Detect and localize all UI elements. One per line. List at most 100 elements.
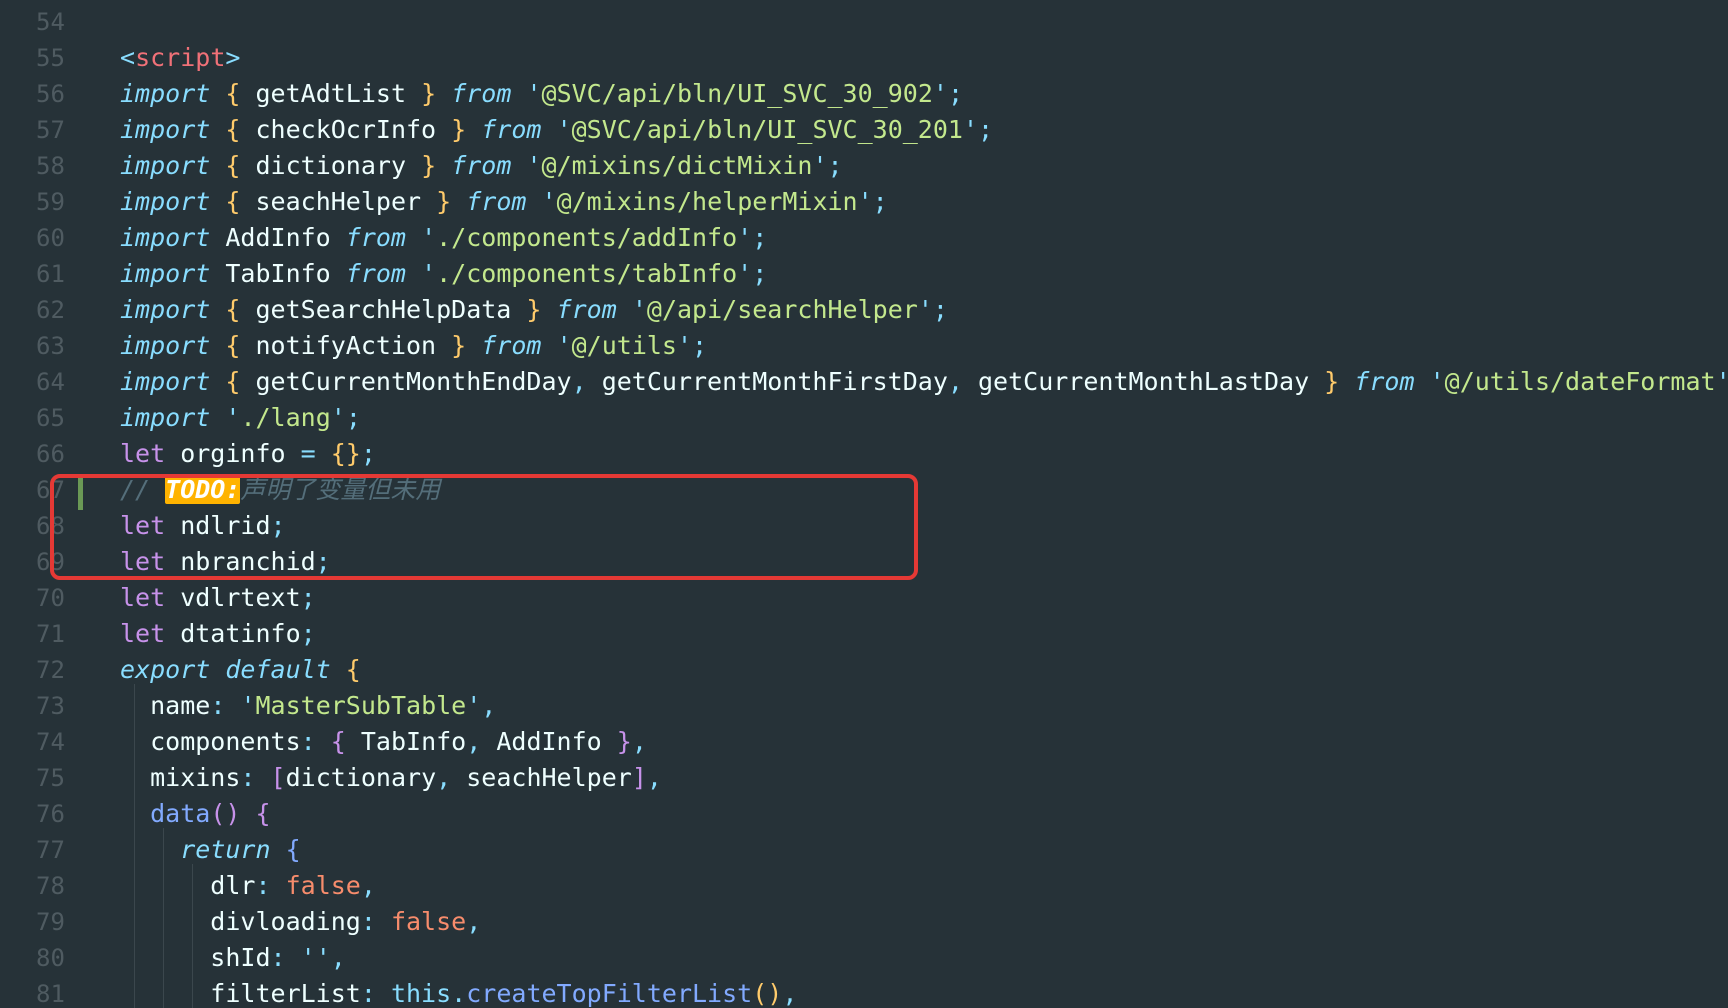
line-number: 80: [36, 944, 65, 972]
code-token: ': [737, 223, 753, 252]
code-token: ;: [300, 583, 316, 612]
code-token: {: [345, 655, 361, 684]
code-line[interactable]: 72 export default {: [0, 652, 1728, 688]
code-line[interactable]: 65 import './lang';: [0, 400, 1728, 436]
code-editor[interactable]: 54 55 <script> 56 import { getAdtList } from…: [0, 0, 1728, 1008]
code-line[interactable]: 80 shId: '',: [0, 940, 1728, 976]
code-line[interactable]: 54: [0, 4, 1728, 40]
code-token: createTopFilterList: [466, 979, 753, 1008]
code-line[interactable]: 61 import TabInfo from './components/tabI…: [0, 256, 1728, 292]
code-token: (): [210, 799, 241, 828]
code-token: ,: [481, 691, 497, 720]
code-token: :: [270, 943, 286, 972]
code-token: :: [360, 907, 376, 936]
code-token: @/mixins/dictMixin: [541, 151, 813, 180]
code-token: ': [240, 691, 256, 720]
code-line[interactable]: 71 let dtatinfo;: [0, 616, 1728, 652]
code-line[interactable]: 76 data() {: [0, 796, 1728, 832]
code-token: }: [526, 295, 542, 324]
code-token: let: [120, 439, 166, 468]
code-token: ': [466, 691, 482, 720]
code-token: ,: [466, 727, 482, 756]
code-token: from: [451, 151, 512, 180]
line-number: 78: [36, 872, 65, 900]
code-line[interactable]: 59 import { seachHelper } from '@/mixins/…: [0, 184, 1728, 220]
line-number: 65: [36, 404, 65, 432]
code-token: this: [390, 979, 452, 1008]
code-token: ,: [466, 907, 482, 936]
code-token: ;: [360, 439, 376, 468]
code-token: from: [466, 187, 527, 216]
code-text: let orginfo = {};: [120, 440, 376, 468]
code-text: dlr: false,: [120, 872, 376, 900]
code-line[interactable]: 55 <script>: [0, 40, 1728, 76]
code-token: }: [421, 79, 437, 108]
code-text: import TabInfo from './components/tabInf…: [120, 260, 767, 288]
code-token: {: [225, 79, 241, 108]
code-line[interactable]: 75 mixins: [dictionary, seachHelper],: [0, 760, 1728, 796]
code-token: ;: [872, 187, 888, 216]
code-line[interactable]: 66 let orginfo = {};: [0, 436, 1728, 472]
code-token: ': [932, 79, 948, 108]
code-token: divloading: [120, 907, 361, 936]
code-token: }: [451, 331, 467, 360]
code-token: from: [1354, 367, 1415, 396]
code-line[interactable]: 77 return {: [0, 832, 1728, 868]
line-number: 81: [36, 980, 65, 1008]
code-token: ': [1429, 367, 1445, 396]
code-text: divloading: false,: [120, 908, 481, 936]
code-line[interactable]: 73 name: 'MasterSubTable',: [0, 688, 1728, 724]
code-line[interactable]: 79 divloading: false,: [0, 904, 1728, 940]
code-text: mixins: [dictionary, seachHelper],: [120, 764, 662, 792]
unused-variables-highlight-box: [50, 474, 918, 580]
code-token: ': [225, 403, 241, 432]
code-token: ,: [436, 763, 452, 792]
code-token: seachHelper: [240, 187, 437, 216]
code-line[interactable]: 60 import AddInfo from './components/addI…: [0, 220, 1728, 256]
code-token: {: [225, 367, 241, 396]
code-line[interactable]: 58 import { dictionary } from '@/mixins/d…: [0, 148, 1728, 184]
code-token: dictionary: [285, 763, 437, 792]
code-token: let: [120, 619, 166, 648]
code-token: getCurrentMonthFirstDay: [586, 367, 948, 396]
code-token: import: [120, 151, 211, 180]
code-line[interactable]: 57 import { checkOcrInfo } from '@SVC/api…: [0, 112, 1728, 148]
code-token: ,: [571, 367, 587, 396]
code-line[interactable]: 62 import { getSearchHelpData } from '@/a…: [0, 292, 1728, 328]
line-number: 74: [36, 728, 65, 756]
code-line[interactable]: 56 import { getAdtList } from '@SVC/api/b…: [0, 76, 1728, 112]
line-number: 54: [36, 8, 65, 36]
code-line[interactable]: 63 import { notifyAction } from '@/utils'…: [0, 328, 1728, 364]
code-token: vdlrtext: [165, 583, 301, 612]
code-line[interactable]: 70 let vdlrtext;: [0, 580, 1728, 616]
code-token: ': [556, 115, 572, 144]
code-token: {: [255, 799, 271, 828]
code-token: return: [180, 835, 271, 864]
code-token: (): [752, 979, 783, 1008]
code-token: import: [120, 331, 211, 360]
code-line[interactable]: 74 components: { TabInfo, AddInfo },: [0, 724, 1728, 760]
code-token: import: [120, 403, 211, 432]
code-token: components: [120, 727, 301, 756]
code-token: script: [135, 43, 226, 72]
code-token: AddInfo: [481, 727, 617, 756]
code-token: >: [225, 43, 241, 72]
code-line[interactable]: 78 dlr: false,: [0, 868, 1728, 904]
code-text: export default {: [120, 656, 361, 684]
code-line[interactable]: 81 filterList: this.createTopFilterList(…: [0, 976, 1728, 1008]
code-line[interactable]: 64 import { getCurrentMonthEndDay, getCur…: [0, 364, 1728, 400]
code-token: .: [451, 979, 467, 1008]
code-token: ,: [330, 943, 346, 972]
